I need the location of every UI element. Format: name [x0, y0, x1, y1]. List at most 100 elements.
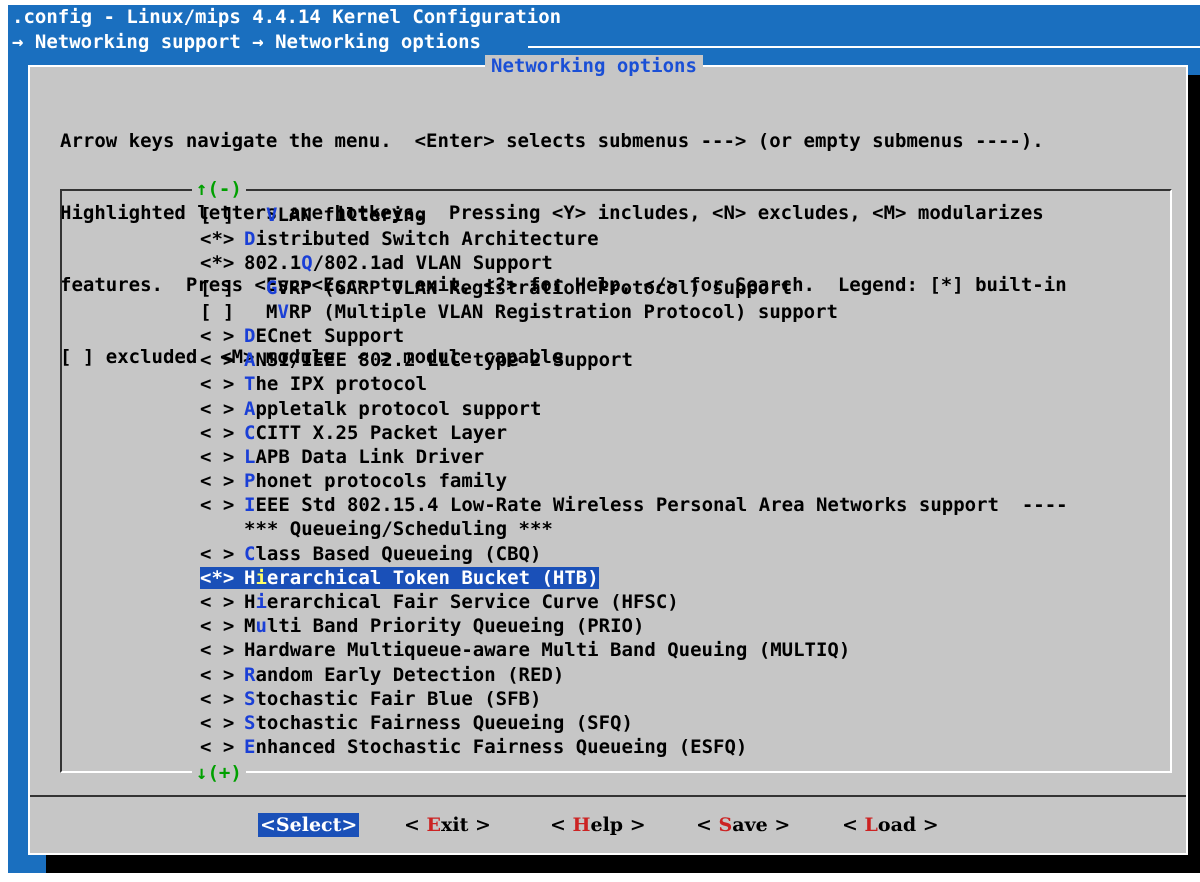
option-label-prefix: 802.1	[244, 252, 302, 275]
menu-item[interactable]: <*> Distributed Switch Architecture	[62, 227, 1170, 251]
option-state-marker[interactable]: < >	[200, 614, 244, 638]
menu-item-content: < > Phonet protocols family	[200, 470, 507, 492]
menu-item[interactable]: < > DECnet Support	[62, 324, 1170, 348]
menu-item-content: < > Stochastic Fair Blue (SFB)	[200, 688, 541, 710]
option-state-marker[interactable]: < >	[200, 687, 244, 711]
menu-item[interactable]: < > Hardware Multiqueue-aware Multi Band …	[62, 638, 1170, 662]
option-state-marker[interactable]: < >	[200, 711, 244, 735]
option-state-marker[interactable]: <*>	[200, 227, 244, 251]
menu-item-content: < > Stochastic Fairness Queueing (SFQ)	[200, 712, 633, 734]
menu-item[interactable]: < > IEEE Std 802.15.4 Low-Rate Wireless P…	[62, 493, 1170, 517]
menu-box: ↑(-) [ ] VLAN filtering <*> Distributed Swi…	[60, 179, 1172, 783]
menu-item-content: < > ANSI/IEEE 802.2 LLC type 2 Support	[200, 349, 633, 371]
breadcrumb: → Networking support → Networking option…	[12, 31, 481, 53]
scroll-down-indicator[interactable]: ↓(+)	[192, 763, 246, 783]
menu-item-content: < > Enhanced Stochastic Fairness Queueing…	[200, 736, 747, 758]
menu-item-content: < > CCITT X.25 Packet Layer	[200, 422, 507, 444]
option-hotkey: C	[244, 542, 256, 565]
select-button[interactable]: <Select>	[258, 813, 360, 837]
window-title: .config - Linux/mips 4.4.14 Kernel Confi…	[12, 6, 562, 28]
option-label: nhanced Stochastic Fairness Queueing (ES…	[255, 736, 748, 759]
dialog-title: Networking options	[485, 55, 703, 77]
menu-item[interactable]: < > Stochastic Fairness Queueing (SFQ)	[62, 711, 1170, 735]
option-state-marker[interactable]: < >	[200, 348, 244, 372]
option-state-marker[interactable]: < >	[200, 324, 244, 348]
menu-item-content: <*> Hierarchical Token Bucket (HTB)	[200, 566, 599, 590]
menu-item[interactable]: < > Hierarchical Fair Service Curve (HFSC…	[62, 590, 1170, 614]
save-button[interactable]: < Save >	[696, 813, 790, 837]
option-state-marker[interactable]: [ ]	[200, 276, 244, 300]
option-hotkey: A	[244, 397, 256, 420]
menu-item[interactable]: <*> 802.1Q/802.1ad VLAN Support	[62, 251, 1170, 275]
menu-item-content: <*> 802.1Q/802.1ad VLAN Support	[200, 252, 553, 274]
menu-item[interactable]: < > Phonet protocols family	[62, 469, 1170, 493]
help-button[interactable]: < Help >	[550, 813, 646, 837]
menu-item-content: < > Multi Band Priority Queueing (PRIO)	[200, 615, 644, 637]
option-label: LAN filtering	[277, 204, 427, 226]
option-label: erarchical Fair Service Curve (HFSC)	[266, 591, 679, 613]
option-label: honet protocols family	[255, 470, 508, 493]
exit-button[interactable]: < Exit >	[404, 813, 491, 837]
option-hotkey: I	[244, 494, 256, 517]
menu-item[interactable]: < > LAPB Data Link Driver	[62, 445, 1170, 469]
option-label-prefix: Hardware Multiqueue-aware Multi Band Que…	[244, 639, 851, 662]
menu-item-content: < > LAPB Data Link Driver	[200, 446, 484, 468]
option-label: tochastic Fair Blue (SFB)	[255, 687, 542, 710]
menu-item-content: < > The IPX protocol	[200, 373, 427, 395]
option-state-marker[interactable]: < >	[200, 372, 244, 396]
menu-item[interactable]: < > Stochastic Fair Blue (SFB)	[62, 687, 1170, 711]
scroll-up-indicator[interactable]: ↑(-)	[192, 179, 246, 199]
option-hotkey: S	[244, 687, 256, 710]
menu-item[interactable]: < > ANSI/IEEE 802.2 LLC type 2 Support	[62, 348, 1170, 372]
option-label: EEE Std 802.15.4 Low-Rate Wireless Perso…	[255, 494, 1068, 517]
option-state-marker[interactable]: < >	[200, 469, 244, 493]
option-hotkey: i	[255, 591, 267, 613]
option-state-marker[interactable]: < >	[200, 638, 244, 662]
option-state-marker[interactable]: < >	[200, 590, 244, 614]
option-label: tochastic Fairness Queueing (SFQ)	[255, 711, 633, 734]
option-state-marker[interactable]: < >	[200, 397, 244, 421]
menu-item[interactable]: < > The IPX protocol	[62, 372, 1170, 396]
option-state-marker[interactable]: < >	[200, 542, 244, 566]
option-state-marker[interactable]: <*>	[200, 566, 244, 590]
menu-item[interactable]: < > Appletalk protocol support	[62, 397, 1170, 421]
option-hotkey: V	[266, 204, 278, 226]
option-state-marker[interactable]: < >	[200, 493, 244, 517]
option-label: istributed Switch Architecture	[255, 228, 599, 251]
load-button[interactable]: < Load >	[842, 813, 939, 837]
menu-item[interactable]: < > Enhanced Stochastic Fairness Queueing…	[62, 735, 1170, 759]
menu-item[interactable]: < > CCITT X.25 Packet Layer	[62, 421, 1170, 445]
option-hotkey: E	[244, 736, 256, 759]
menu-item-content: < > Hardware Multiqueue-aware Multi Band …	[200, 639, 850, 661]
menu-item-content: < > Random Early Detection (RED)	[200, 664, 564, 686]
option-state-marker[interactable]: < >	[200, 735, 244, 759]
menu-item[interactable]: < > Random Early Detection (RED)	[62, 663, 1170, 687]
option-state-marker[interactable]: < >	[200, 663, 244, 687]
menu-item-content: < > Hierarchical Fair Service Curve (HFSC…	[200, 591, 679, 613]
option-hotkey: C	[244, 421, 256, 444]
dialog-shadow-bottom	[46, 855, 1200, 873]
option-hotkey: S	[244, 711, 256, 734]
option-hotkey: u	[255, 615, 267, 638]
option-label: /802.1ad VLAN Support	[312, 252, 553, 275]
menu-item-content: < > IEEE Std 802.15.4 Low-Rate Wireless P…	[200, 494, 1068, 516]
option-state-marker[interactable]: [ ]	[200, 300, 244, 324]
option-hotkey: D	[244, 324, 256, 347]
option-label: he IPX protocol	[255, 373, 428, 396]
option-hotkey: L	[244, 445, 256, 468]
option-state-marker[interactable]: <*>	[200, 251, 244, 275]
menu-item-selected[interactable]: <*> Hierarchical Token Bucket (HTB)	[62, 566, 1170, 590]
option-state-marker[interactable]: [ ]	[200, 203, 244, 227]
menu-item[interactable]: [ ] VLAN filtering	[62, 203, 1170, 227]
menu-item[interactable]: [ ] GVRP (GARP VLAN Registration Protocol…	[62, 276, 1170, 300]
menu-item[interactable]: < > Multi Band Priority Queueing (PRIO)	[62, 614, 1170, 638]
option-label: ppletalk protocol support	[255, 397, 542, 420]
option-state-marker[interactable]: < >	[200, 445, 244, 469]
button-bar: <Select> < Exit > < Help > < Save > < Lo…	[30, 795, 1186, 837]
option-hotkey: G	[266, 276, 278, 299]
menu-item-content: [ ] GVRP (GARP VLAN Registration Protocol…	[200, 277, 792, 299]
menu-item[interactable]: [ ] MVRP (Multiple VLAN Registration Prot…	[62, 300, 1170, 324]
option-state-marker[interactable]: < >	[200, 421, 244, 445]
option-label: APB Data Link Driver	[255, 445, 485, 468]
menu-item[interactable]: < > Class Based Queueing (CBQ)	[62, 542, 1170, 566]
